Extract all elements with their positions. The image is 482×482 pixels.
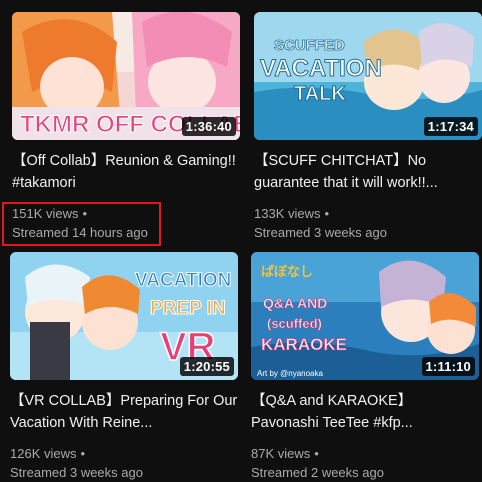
thumbnail-logo-3: ぱぼなし bbox=[261, 264, 313, 279]
video-card-1[interactable]: SCUFFED VACATION TALK 1:17:34 【SCUFF CHI… bbox=[254, 12, 482, 242]
view-count-0: 151K views bbox=[12, 206, 79, 221]
streamed-time-2: Streamed 3 weeks ago bbox=[10, 465, 143, 480]
video-thumbnail-0[interactable]: TKMR OFF COLLAB 1:36:40 bbox=[12, 12, 240, 140]
video-title-1[interactable]: 【SCUFF CHITCHAT】No guarantee that it wil… bbox=[254, 150, 482, 194]
thumbnail-text-1-top: SCUFFED bbox=[274, 37, 345, 54]
thumbnail-text-1-bottom: TALK bbox=[294, 83, 346, 105]
video-card-0[interactable]: TKMR OFF COLLAB 1:36:40 【Off Collab】Reun… bbox=[12, 12, 240, 242]
streamed-time-3: Streamed 2 weeks ago bbox=[251, 465, 384, 480]
video-card-2[interactable]: VACATION PREP IN VR 1:20:55 【VR COLLAB】P… bbox=[10, 252, 238, 482]
video-meta-1: 133K views • Streamed 3 weeks ago bbox=[254, 204, 482, 242]
thumbnail-text-3-top: Q&A AND bbox=[263, 295, 327, 311]
video-duration-3: 1:11:10 bbox=[421, 357, 475, 376]
video-thumbnail-3[interactable]: ぱぼなし Q&A AND (scuffed) KARAOKE Art by @n… bbox=[251, 252, 479, 380]
video-duration-2: 1:20:55 bbox=[179, 357, 234, 376]
video-thumbnail-2[interactable]: VACATION PREP IN VR 1:20:55 bbox=[10, 252, 238, 380]
view-count-3: 87K views bbox=[251, 446, 311, 461]
thumbnail-text-3-bottom: KARAOKE bbox=[261, 335, 347, 354]
separator-dot-0: • bbox=[82, 206, 88, 221]
separator-dot-3: • bbox=[314, 446, 319, 461]
separator-dot-1: • bbox=[324, 206, 330, 221]
video-title-2[interactable]: 【VR COLLAB】Preparing For Our Vacation Wi… bbox=[10, 390, 238, 434]
video-thumbnail-1[interactable]: SCUFFED VACATION TALK 1:17:34 bbox=[254, 12, 482, 140]
video-meta-3: 87K views • Streamed 2 weeks ago bbox=[251, 444, 479, 482]
video-duration-1: 1:17:34 bbox=[423, 117, 478, 136]
view-count-1: 133K views bbox=[254, 206, 321, 221]
thumbnail-text-3-mid: (scuffed) bbox=[267, 316, 322, 331]
video-meta-0: 151K views • Streamed 14 hours ago bbox=[12, 204, 240, 242]
thumbnail-text-1-mid: VACATION bbox=[260, 55, 382, 82]
streamed-time-1: Streamed 3 weeks ago bbox=[254, 225, 387, 240]
view-count-2: 126K views bbox=[10, 446, 77, 461]
streamed-time-0: Streamed 14 hours ago bbox=[12, 225, 148, 240]
thumbnail-text-2-mid: PREP IN bbox=[150, 298, 226, 319]
video-title-3[interactable]: 【Q&A and KARAOKE】Pavonashi TeeTee #kfp..… bbox=[251, 390, 479, 434]
video-title-0[interactable]: 【Off Collab】Reunion & Gaming!! #takamori bbox=[12, 150, 240, 194]
thumbnail-text-2-top: VACATION bbox=[135, 270, 231, 291]
thumbnail-credit-3: Art by @nyanoaka bbox=[257, 369, 323, 378]
video-duration-0: 1:36:40 bbox=[181, 117, 236, 136]
separator-dot-2: • bbox=[80, 446, 86, 461]
video-card-3[interactable]: ぱぼなし Q&A AND (scuffed) KARAOKE Art by @n… bbox=[251, 252, 479, 482]
video-meta-2: 126K views • Streamed 3 weeks ago bbox=[10, 444, 238, 482]
